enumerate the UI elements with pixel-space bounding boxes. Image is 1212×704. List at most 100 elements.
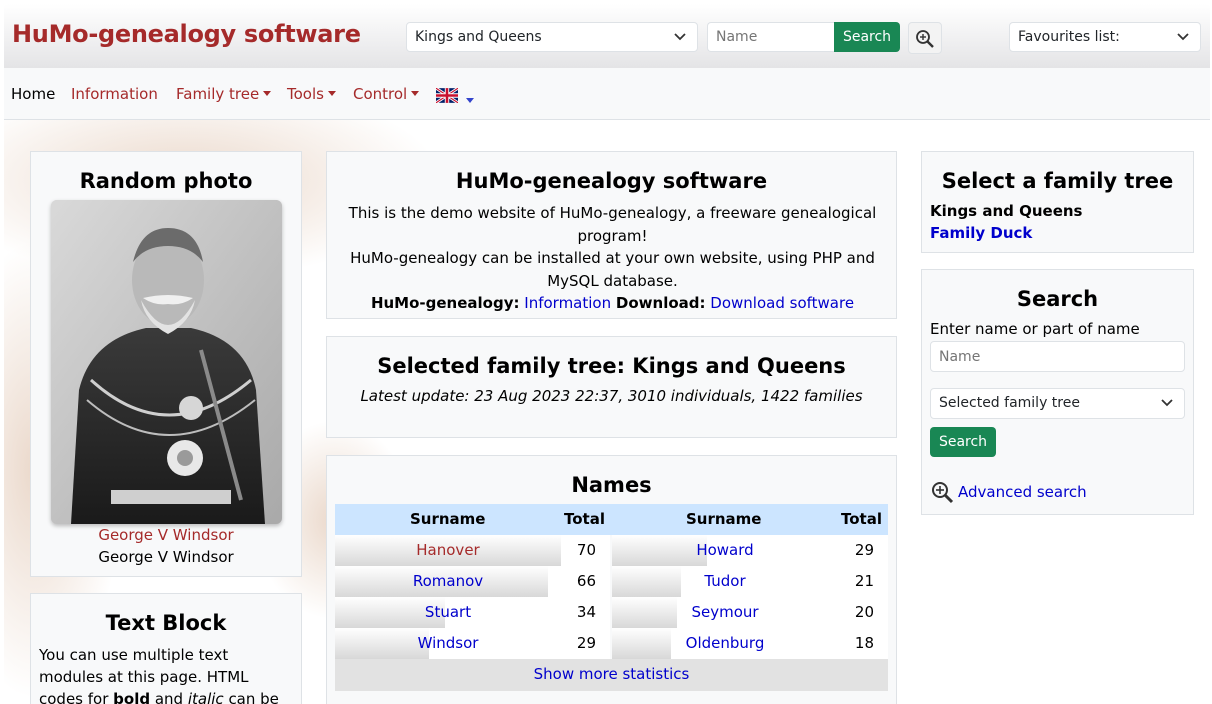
- side-tree-select-value: Selected family tree: [939, 395, 1080, 411]
- text-block-title: Text Block: [105, 611, 227, 635]
- advanced-search-button[interactable]: [908, 22, 942, 54]
- header-search-button[interactable]: Search: [834, 22, 900, 52]
- names-panel: Names Surname Total Surname Total Hanove…: [326, 455, 897, 704]
- names-title: Names: [571, 473, 652, 497]
- surname-link[interactable]: Howard: [612, 541, 838, 559]
- surname-total: 29: [576, 634, 596, 652]
- intro-line-1: This is the demo website of HuMo-genealo…: [348, 204, 877, 245]
- nav-information[interactable]: Information: [71, 85, 158, 103]
- surname-link[interactable]: Windsor: [335, 634, 561, 652]
- advanced-search-icon: [932, 482, 954, 504]
- table-row: Stuart 34 Seymour 20: [335, 597, 888, 628]
- site-title[interactable]: HuMo-genealogy software: [12, 20, 361, 48]
- text-block-and: and: [150, 690, 188, 704]
- names-table-header: Surname Total Surname Total: [335, 504, 888, 535]
- name-cell: Stuart 34: [335, 597, 610, 628]
- header-surname-right: Surname: [686, 510, 762, 528]
- language-dropdown[interactable]: [462, 92, 474, 110]
- intro-label-humo: HuMo-genealogy:: [370, 294, 520, 312]
- name-cell: Oldenburg 18: [612, 628, 888, 659]
- surname-link[interactable]: Oldenburg: [612, 634, 838, 652]
- caret-down-icon: [466, 98, 474, 103]
- surname-link[interactable]: Seymour: [612, 603, 838, 621]
- chevron-down-icon: [674, 33, 686, 41]
- intro-title: HuMo-genealogy software: [455, 169, 768, 193]
- surname-total: 18: [854, 634, 874, 652]
- intro-panel: HuMo-genealogy software This is the demo…: [326, 151, 897, 319]
- text-block-panel: Text Block You can use multiple text mod…: [30, 593, 302, 704]
- chevron-down-icon: [1161, 399, 1173, 407]
- side-tree-select[interactable]: Selected family tree: [930, 388, 1185, 419]
- name-cell: Hanover 70: [335, 535, 610, 566]
- nav-control-label: Control: [353, 85, 408, 103]
- selected-tree-panel: Selected family tree: Kings and Queens L…: [326, 336, 897, 438]
- show-more-statistics-link[interactable]: Show more statistics: [335, 659, 888, 691]
- side-search-label: Enter name or part of name: [930, 320, 1140, 338]
- caret-down-icon: [263, 91, 272, 96]
- latest-update-text: Latest update: 23 Aug 2023 22:37, 3010 i…: [360, 387, 863, 405]
- name-cell: Seymour 20: [612, 597, 888, 628]
- header-name-input[interactable]: [707, 22, 835, 52]
- random-photo-caption: George V Windsor: [98, 548, 234, 566]
- uk-flag-icon[interactable]: [436, 88, 458, 103]
- intro-text: This is the demo website of HuMo-genealo…: [337, 202, 888, 315]
- surname-total: 34: [576, 603, 596, 621]
- nav-home[interactable]: Home: [11, 85, 55, 103]
- nav-tools[interactable]: Tools: [287, 85, 336, 103]
- nav-family-tree[interactable]: Family tree: [176, 85, 272, 103]
- side-search-button[interactable]: Search: [930, 427, 996, 457]
- advanced-search-link[interactable]: Advanced search: [930, 480, 1087, 504]
- surname-link[interactable]: Tudor: [612, 572, 838, 590]
- table-row: Romanov 66 Tudor 21: [335, 566, 888, 597]
- surname-link[interactable]: Stuart: [335, 603, 561, 621]
- name-cell: Windsor 29: [335, 628, 610, 659]
- portrait-photo: [51, 200, 282, 524]
- site-header: HuMo-genealogy software Kings and Queens…: [4, 4, 1210, 68]
- intro-links-line: HuMo-genealogy: Information Download: Do…: [337, 292, 888, 315]
- random-photo-link[interactable]: George V Windsor: [31, 526, 301, 544]
- nav-family-tree-label: Family tree: [176, 85, 260, 103]
- text-block-tail: can be: [223, 690, 279, 704]
- random-photo-title: Random photo: [79, 169, 253, 193]
- side-search-name-input[interactable]: [930, 341, 1185, 372]
- header-total-left: Total: [564, 510, 605, 528]
- side-search-panel: Search Enter name or part of name Select…: [921, 269, 1194, 515]
- name-cell: Romanov 66: [335, 566, 610, 597]
- surname-total: 66: [576, 572, 596, 590]
- chevron-down-icon: [1177, 33, 1189, 41]
- nav-control[interactable]: Control: [353, 85, 420, 103]
- advanced-search-icon: [916, 30, 934, 48]
- table-row: Windsor 29 Oldenburg 18: [335, 628, 888, 659]
- text-block-bold: bold: [113, 690, 151, 704]
- family-tree-select[interactable]: Kings and Queens: [406, 22, 698, 52]
- intro-download-link[interactable]: Download software: [710, 294, 854, 312]
- current-family-tree: Kings and Queens: [930, 202, 1083, 220]
- surname-link[interactable]: Hanover: [335, 541, 561, 559]
- surname-total: 21: [854, 572, 874, 590]
- caret-down-icon: [411, 91, 420, 96]
- nav-tools-label: Tools: [287, 85, 324, 103]
- select-family-tree-panel: Select a family tree Kings and Queens Fa…: [921, 151, 1194, 253]
- favourites-select[interactable]: Favourites list:: [1009, 22, 1201, 52]
- surname-total: 70: [576, 541, 596, 559]
- name-cell: Tudor 21: [612, 566, 888, 597]
- name-cell: Howard 29: [612, 535, 888, 566]
- family-tree-select-value: Kings and Queens: [415, 29, 542, 45]
- header-total-right: Total: [841, 510, 882, 528]
- intro-label-download: Download:: [615, 294, 706, 312]
- surname-link[interactable]: Romanov: [335, 572, 561, 590]
- intro-line-2: HuMo-genealogy can be installed at your …: [350, 249, 875, 290]
- main-nav: Home Information Family tree Tools Contr…: [4, 68, 1210, 120]
- family-tree-link-duck[interactable]: Family Duck: [930, 224, 1032, 242]
- advanced-search-label: Advanced search: [958, 483, 1087, 501]
- intro-information-link[interactable]: Information: [524, 294, 611, 312]
- text-block-content: You can use multiple text modules at thi…: [39, 644, 289, 704]
- select-family-tree-title: Select a family tree: [941, 169, 1174, 193]
- text-block-italic: italic: [187, 690, 224, 704]
- table-row: Hanover 70 Howard 29: [335, 535, 888, 566]
- random-photo-image[interactable]: [51, 200, 282, 524]
- surname-total: 20: [854, 603, 874, 621]
- random-photo-panel: Random photo George V Windsor George V W…: [30, 151, 302, 577]
- favourites-select-value: Favourites list:: [1018, 29, 1120, 45]
- side-search-title: Search: [1016, 287, 1099, 311]
